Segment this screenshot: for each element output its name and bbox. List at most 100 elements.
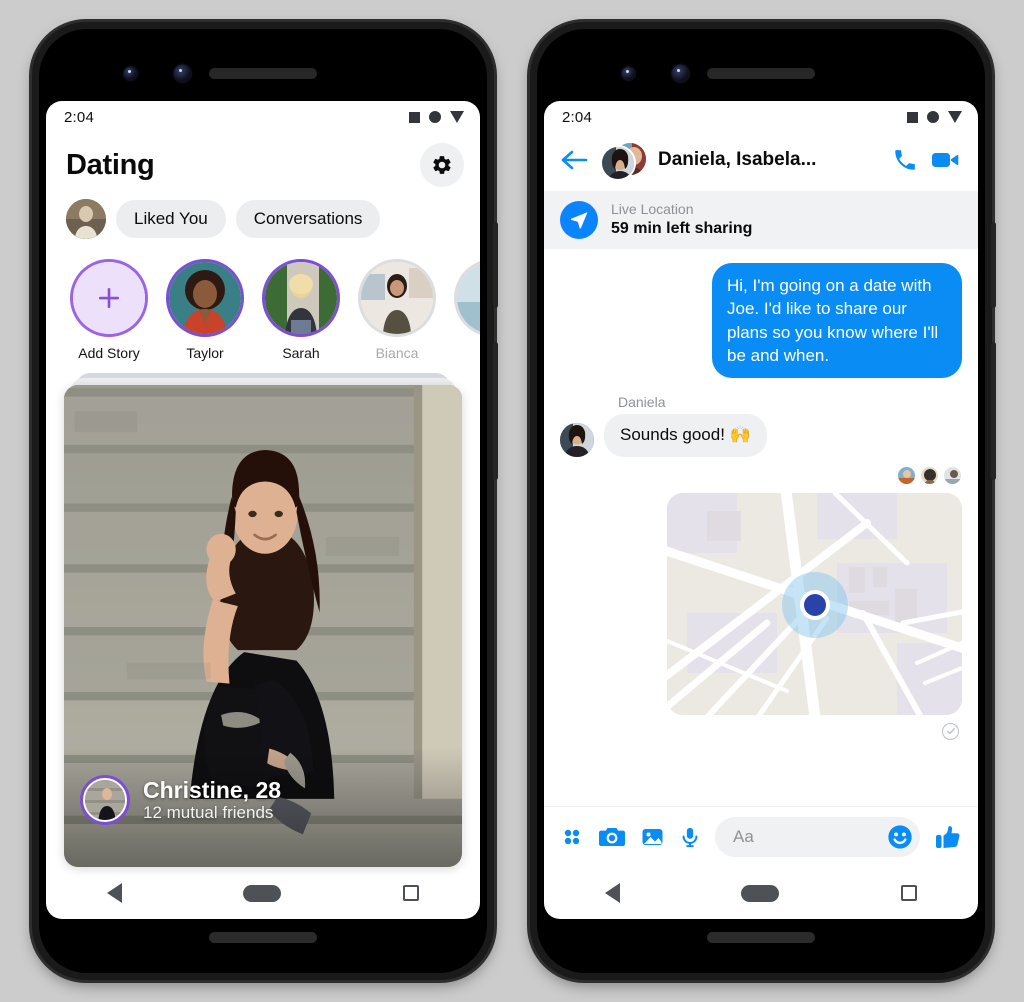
conversation-header: Daniela, Isabela... — [544, 133, 978, 191]
story-taylor[interactable]: Taylor — [166, 259, 244, 361]
story-sarah[interactable]: Sarah — [262, 259, 340, 361]
message-group-incoming: Daniela Sounds good! 🙌 — [560, 394, 962, 457]
bottom-speaker — [707, 932, 815, 943]
page-title: Dating — [66, 148, 155, 181]
tab-conversations[interactable]: Conversations — [235, 200, 381, 238]
card-mutual-friends: 12 mutual friends — [143, 803, 274, 823]
story-partial[interactable]: Spe — [454, 259, 480, 361]
profile-card[interactable]: Christine, 28 12 mutual friends — [64, 385, 462, 867]
circle-icon — [927, 111, 939, 123]
card-name: Christine, 28 — [143, 776, 282, 803]
recents-square-icon[interactable] — [901, 885, 918, 901]
sender-avatar[interactable] — [560, 422, 594, 457]
status-time: 2:04 — [562, 108, 592, 126]
story-ring — [454, 259, 480, 337]
card-avatar — [83, 778, 127, 822]
story-ring — [262, 259, 340, 337]
settings-button[interactable] — [420, 143, 464, 187]
live-location-label: Live Location — [611, 201, 694, 217]
circle-icon — [429, 111, 441, 123]
phone-icon — [895, 150, 915, 170]
triangle-down-icon — [450, 111, 464, 123]
volume-button[interactable] — [493, 342, 498, 480]
message-composer: Aa — [544, 806, 978, 867]
back-triangle-icon[interactable] — [106, 883, 122, 903]
back-arrow-icon — [561, 150, 588, 170]
square-icon — [409, 111, 420, 123]
read-receipts — [560, 465, 962, 485]
status-icons — [409, 111, 464, 123]
card-info-overlay: Christine, 28 12 mutual friends — [64, 747, 462, 867]
left-screen: 2:04 Dating Liked You Conversations Add … — [46, 101, 480, 919]
back-triangle-icon[interactable] — [604, 883, 620, 903]
power-button[interactable] — [991, 222, 996, 308]
story-avatar — [361, 262, 433, 334]
story-avatar — [457, 262, 480, 334]
earpiece-speaker — [707, 68, 815, 79]
voice-button[interactable] — [679, 825, 701, 849]
phone-left: 2:04 Dating Liked You Conversations Add … — [32, 22, 498, 980]
smiley-icon[interactable] — [886, 823, 914, 851]
recents-square-icon[interactable] — [403, 885, 420, 901]
video-call-button[interactable] — [930, 147, 960, 173]
gear-icon — [433, 156, 451, 174]
story-ring — [358, 259, 436, 337]
square-icon — [907, 111, 918, 123]
back-button[interactable] — [560, 148, 588, 172]
front-camera-secondary-icon — [174, 65, 191, 82]
stories-row[interactable]: Add Story Taylor Sarah Bianca — [46, 245, 480, 367]
tab-liked-you[interactable]: Liked You — [116, 200, 226, 238]
home-pill-icon[interactable] — [243, 884, 282, 902]
story-avatar — [265, 262, 337, 334]
live-location-status: 59 min left sharing — [611, 219, 753, 237]
triangle-down-icon — [948, 111, 962, 123]
story-label: Add Story — [78, 345, 140, 361]
avatar-image — [361, 262, 433, 334]
power-button[interactable] — [493, 222, 498, 308]
live-location-map[interactable] — [667, 492, 962, 715]
apps-button[interactable] — [560, 825, 584, 849]
front-camera-icon — [124, 67, 137, 80]
read-receipt-avatar — [897, 465, 916, 485]
story-label: Sarah — [282, 345, 320, 361]
conversation-title: Daniela, Isabela... — [658, 149, 817, 170]
gallery-icon — [642, 829, 663, 845]
story-ring-add — [70, 259, 148, 337]
story-label: Spe — [454, 345, 480, 361]
gallery-button[interactable] — [640, 825, 665, 849]
story-add[interactable]: Add Story — [70, 259, 148, 361]
message-input[interactable]: Aa — [715, 817, 920, 857]
check-circle-icon — [946, 728, 955, 735]
call-button[interactable] — [892, 147, 918, 173]
read-receipt-avatar — [943, 465, 962, 485]
status-time: 2:04 — [64, 108, 94, 126]
message-sender-name: Daniela — [618, 393, 666, 410]
message-thread[interactable]: Hi, I'm going on a date with Joe. I'd li… — [544, 249, 978, 806]
video-camera-icon — [932, 153, 959, 167]
story-bianca[interactable]: Bianca — [358, 259, 436, 361]
story-label: Bianca — [375, 345, 419, 361]
avatar-image — [66, 199, 106, 239]
live-location-icon-wrap — [560, 201, 598, 240]
avatar-primary — [600, 145, 636, 181]
live-location-banner[interactable]: Live Location 59 min left sharing — [544, 191, 978, 250]
map-image — [667, 492, 962, 715]
camera-button[interactable] — [598, 825, 626, 849]
profile-avatar[interactable] — [66, 199, 106, 239]
thumbs-up-icon — [936, 826, 960, 848]
live-location-text: Live Location 59 min left sharing — [611, 201, 752, 239]
message-bubble-incoming[interactable]: Sounds good! 🙌 — [604, 413, 767, 457]
avatar-image — [265, 262, 337, 334]
message-placeholder: Aa — [733, 827, 754, 846]
avatar-image — [85, 780, 125, 820]
map-attachment-row — [560, 492, 962, 740]
message-row-outgoing: Hi, I'm going on a date with Joe. I'd li… — [560, 263, 962, 378]
story-label: Taylor — [186, 345, 224, 361]
bottom-speaker — [209, 932, 317, 943]
earpiece-speaker — [209, 68, 317, 79]
volume-button[interactable] — [991, 342, 996, 480]
group-avatars[interactable] — [600, 141, 648, 181]
home-pill-icon[interactable] — [741, 884, 780, 902]
message-bubble-outgoing[interactable]: Hi, I'm going on a date with Joe. I'd li… — [712, 263, 962, 378]
like-button[interactable] — [934, 824, 962, 850]
